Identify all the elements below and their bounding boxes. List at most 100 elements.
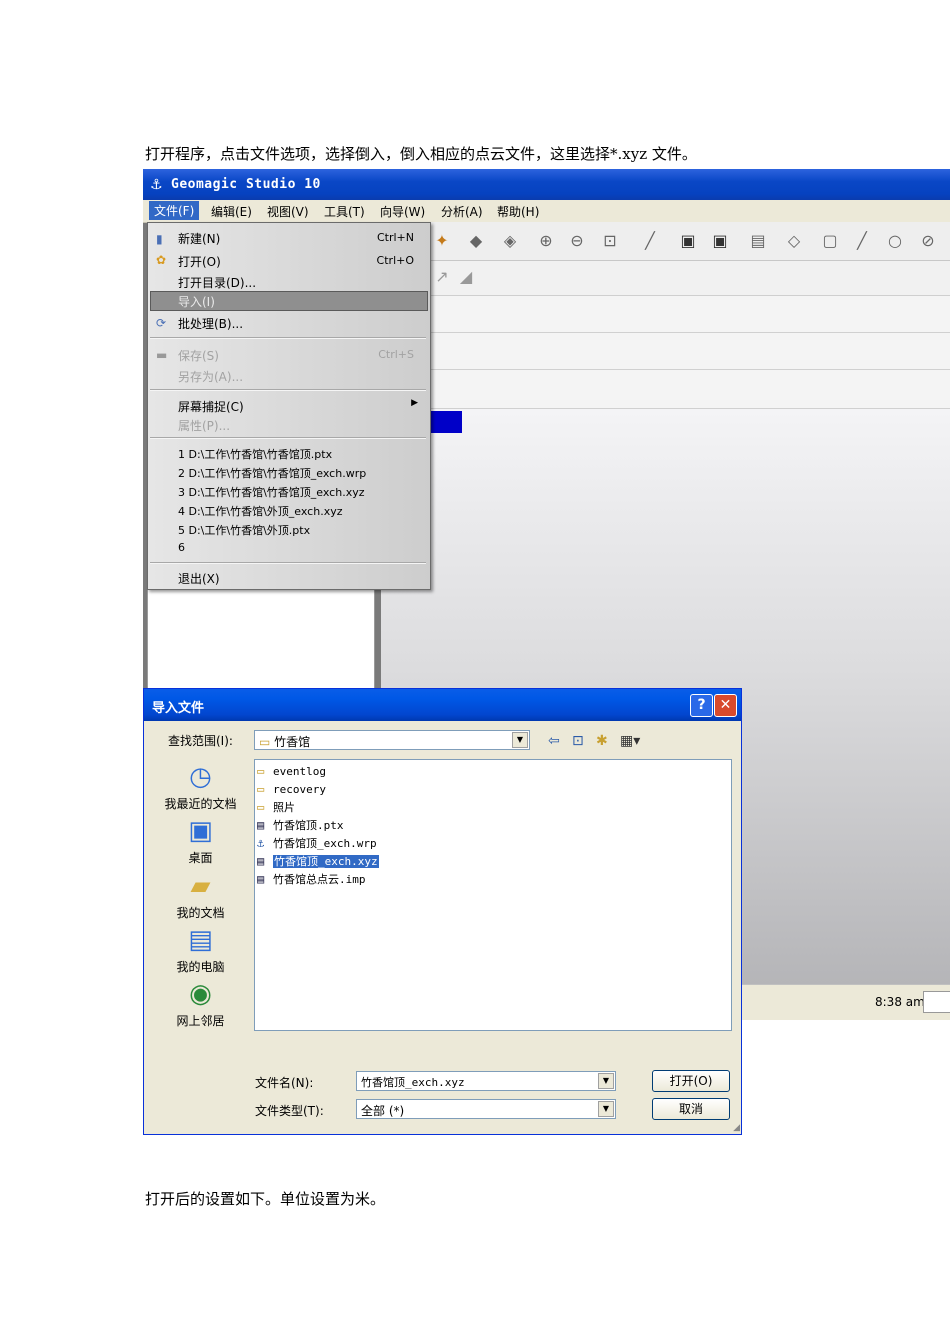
menu-item-screen-capture[interactable]: 屏幕捕捉(C) [178,398,244,415]
filetype-select[interactable]: 全部 (*) ▼ [356,1099,616,1119]
places-bar: ◷ 我最近的文档 ▣ 桌面 ▰ 我的文档 ▤ 我的电脑 ◉ 网上邻居 [153,755,248,1035]
place-my-documents[interactable]: ▰ 我的文档 [153,870,248,921]
network-icon: ◉ [189,979,212,1009]
recent-file-2[interactable]: 2 D:\工作\竹香馆\竹香馆顶_exch.wrp [178,465,366,481]
folder-icon: ▭ [257,782,265,796]
menu-item-open-directory[interactable]: 打开目录(D)... [178,274,256,291]
file-list[interactable]: ▭ eventlog ▭ recovery ▭ 照片 ▤ 竹香馆顶.ptx ⚓ 竹香馆顶_… [254,759,732,1031]
shortcut-save: Ctrl+S [378,348,414,361]
shape-icon[interactable]: ◇ [784,231,804,251]
shortcut-new: Ctrl+N [376,231,414,244]
app-title-bar: ⚓ Geomagic Studio 10 [143,169,950,200]
app-logo-icon: ⚓ [150,177,163,193]
list-item[interactable]: ▭ 照片 [257,799,295,815]
menu-help[interactable]: 帮助(H) [497,203,539,220]
geomagic-file-icon: ⚓ [257,836,265,850]
place-my-computer[interactable]: ▤ 我的电脑 [153,924,248,975]
menu-item-exit[interactable]: 退出(X) [178,570,220,587]
place-recent[interactable]: ◷ 我最近的文档 [153,761,248,812]
recent-file-4[interactable]: 4 D:\工作\竹香馆\外顶_exch.xyz [178,503,343,519]
pen-icon[interactable]: ╱ [640,231,660,251]
place-label: 网上邻居 [176,1014,225,1028]
up-folder-icon[interactable]: ⊡ [572,733,584,749]
tool-wedge-icon[interactable]: ◢ [456,267,476,287]
my-computer-icon: ▤ [188,925,213,955]
filename-label: 文件名(N): [255,1076,314,1090]
file-icon: ▤ [257,818,265,832]
menu-separator [150,562,426,564]
new-file-icon: ▮ [156,232,163,246]
menu-analysis[interactable]: 分析(A) [441,203,483,220]
chevron-down-icon[interactable]: ▼ [598,1073,614,1089]
zoom-out-icon[interactable]: ⊖ [567,231,587,251]
menu-separator [150,389,426,391]
cube-icon[interactable]: ◆ [466,231,486,251]
menu-item-import[interactable]: 导入(I) [178,293,215,310]
menu-file[interactable]: 文件(F) [149,201,200,220]
camera-icon[interactable]: ▣ [678,231,698,251]
folder-icon: ▭ [257,764,265,778]
menu-bar: 文件(F) 编辑(E) 视图(V) 工具(T) 向导(W) 分析(A) 帮助(H… [143,200,950,223]
zoom-in-icon[interactable]: ⊕ [536,231,556,251]
cancel-button[interactable]: 取消 [652,1098,730,1120]
menu-view[interactable]: 视图(V) [267,203,309,220]
list-item[interactable]: ▭ eventlog [257,763,326,779]
menu-edit[interactable]: 编辑(E) [211,203,252,220]
menu-separator [150,337,426,339]
batch-icon: ⟳ [156,316,167,330]
view-menu-icon[interactable]: ▦▾ [620,733,640,749]
chevron-down-icon[interactable]: ▼ [512,732,528,748]
menu-wizard[interactable]: 向导(W) [380,203,425,220]
place-desktop[interactable]: ▣ 桌面 [153,815,248,866]
view-tab-indicator [430,411,462,433]
filename-input[interactable]: 竹香馆顶_exch.xyz ▼ [356,1071,616,1091]
file-menu: ▮ 新建(N) Ctrl+N ✿ 打开(O) Ctrl+O 打开目录(D)...… [147,222,431,590]
settings-paragraph: 打开后的设置如下。单位设置为米。 [145,1190,386,1208]
list-item[interactable]: ▭ recovery [257,781,326,797]
status-field [923,991,950,1013]
recent-file-1[interactable]: 1 D:\工作\竹香馆\竹香馆顶.ptx [178,446,332,462]
list-item[interactable]: ⚓ 竹香馆顶_exch.wrp [257,835,377,851]
menu-item-batch[interactable]: 批处理(B)... [178,315,243,332]
no-entry-icon[interactable]: ⊘ [918,231,938,251]
file-icon: ▤ [257,872,265,886]
tool-arrow-icon[interactable]: ↗ [432,267,452,287]
look-in-select[interactable]: ▭ 竹香馆 ▼ [254,730,530,750]
brush-icon[interactable]: ╱ [852,231,872,251]
dialog-title-bar: 导入文件 ? ✕ [144,689,741,721]
filetype-label: 文件类型(T): [255,1104,324,1118]
list-item-selected[interactable]: ▤ 竹香馆顶_exch.xyz [257,853,379,869]
zoom-fit-icon[interactable]: ⊡ [600,231,620,251]
place-network[interactable]: ◉ 网上邻居 [153,978,248,1029]
list-item[interactable]: ▤ 竹香馆总点云.imp [257,871,366,887]
camera-save-icon[interactable]: ▣ [710,231,730,251]
new-folder-icon[interactable]: ✱ [596,733,608,749]
menu-item-new[interactable]: 新建(N) [178,230,220,247]
menu-tools[interactable]: 工具(T) [324,203,365,220]
toolbar-band [430,296,950,333]
target-icon[interactable]: ✦ [432,231,452,251]
menu-item-open[interactable]: 打开(O) [178,253,221,270]
recent-file-6[interactable]: 6 [178,541,185,554]
menu-item-properties: 属性(P)... [178,419,231,433]
recent-file-5[interactable]: 5 D:\工作\竹香馆\外顶.ptx [178,522,310,538]
panel-icon[interactable]: ▤ [748,231,768,251]
main-toolbar: ✦ ◆ ◈ ⊕ ⊖ ⊡ ╱ ▣ ▣ ▤ ◇ ▢ ╱ ○ ⊘ [430,222,950,261]
desktop-icon: ▣ [188,816,213,846]
cube-rotate-icon[interactable]: ◈ [500,231,520,251]
filetype-value: 全部 (*) [361,1104,405,1118]
close-button[interactable]: ✕ [714,694,737,717]
circle-icon[interactable]: ○ [885,231,905,251]
place-label: 桌面 [188,851,213,865]
open-button[interactable]: 打开(O) [652,1070,730,1092]
back-icon[interactable]: ⇦ [548,733,560,749]
recent-file-3[interactable]: 3 D:\工作\竹香馆\竹香馆顶_exch.xyz [178,484,365,500]
resize-grip-icon[interactable]: ◢ [733,1123,740,1133]
chevron-down-icon[interactable]: ▼ [598,1101,614,1117]
list-item[interactable]: ▤ 竹香馆顶.ptx [257,817,344,833]
folder-icon: ▭ [259,735,271,749]
help-button[interactable]: ? [690,694,713,717]
square-icon[interactable]: ▢ [820,231,840,251]
toolbar-band [430,333,950,370]
place-label: 我的文档 [176,906,225,920]
